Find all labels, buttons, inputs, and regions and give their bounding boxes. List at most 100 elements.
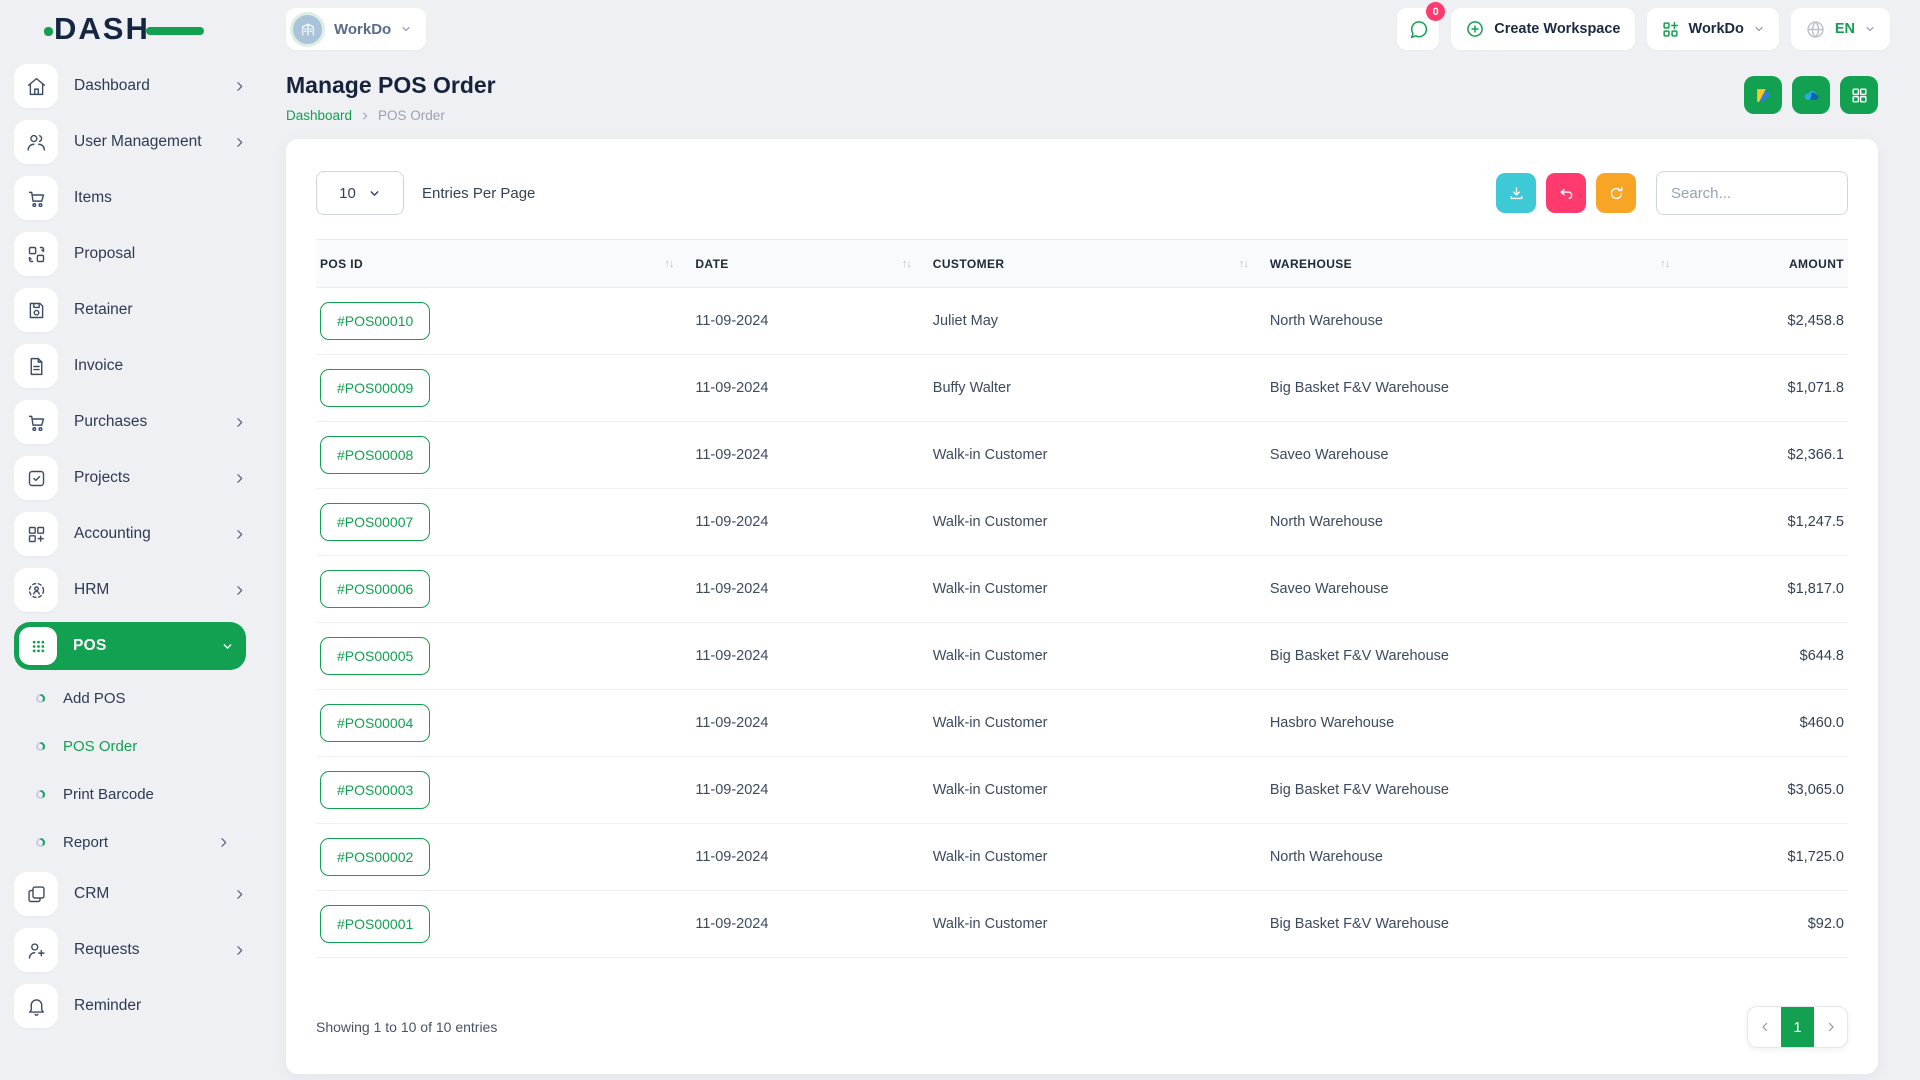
export-button[interactable]: [1496, 173, 1536, 213]
pos-id-badge[interactable]: #POS00010: [320, 302, 430, 340]
entries-per-page-select[interactable]: 10: [316, 171, 404, 215]
language-selector[interactable]: EN: [1791, 8, 1890, 50]
onedrive-button[interactable]: [1792, 76, 1830, 114]
chevron-right-icon: [233, 528, 246, 541]
next-page-button[interactable]: [1814, 1007, 1847, 1047]
column-header-warehouse[interactable]: WAREHOUSE↑↓: [1266, 240, 1687, 288]
users-icon: [14, 120, 58, 164]
bullet-icon: [36, 838, 45, 847]
pos-id-badge[interactable]: #POS00003: [320, 771, 430, 809]
bullet-icon: [36, 790, 45, 799]
header-actions: [1744, 76, 1878, 114]
download-icon: [1508, 185, 1525, 202]
search-input[interactable]: [1656, 171, 1848, 215]
sidebar-item-label: Reminder: [74, 997, 246, 1015]
google-drive-icon: [1754, 86, 1773, 105]
create-workspace-label: Create Workspace: [1494, 21, 1620, 37]
workdo-menu-button[interactable]: WorkDo: [1647, 8, 1779, 50]
grid-icon: [1850, 86, 1869, 105]
workspace-selector[interactable]: WorkDo: [286, 8, 426, 50]
table-row: #POS00005 11-09-2024 Walk-in Customer Bi…: [316, 623, 1848, 690]
column-header-customer[interactable]: CUSTOMER↑↓: [929, 240, 1266, 288]
hrm-focus-icon: [14, 568, 58, 612]
pos-id-badge[interactable]: #POS00009: [320, 369, 430, 407]
table-row: #POS00002 11-09-2024 Walk-in Customer No…: [316, 824, 1848, 891]
pos-id-badge[interactable]: #POS00006: [320, 570, 430, 608]
sidebar-item-projects[interactable]: Projects: [14, 450, 246, 506]
pos-id-badge[interactable]: #POS00008: [320, 436, 430, 474]
pos-order-table: POS ID↑↓ DATE↑↓ CUSTOMER↑↓ WAREHOUSE↑↓: [316, 239, 1848, 958]
sort-icon[interactable]: ↑↓: [1239, 258, 1248, 270]
pos-id-badge[interactable]: #POS00001: [320, 905, 430, 943]
chevron-right-icon: [233, 888, 246, 901]
column-header-pos-id[interactable]: POS ID↑↓: [316, 240, 691, 288]
column-header-amount[interactable]: AMOUNT: [1687, 240, 1848, 288]
sidebar-item-pos[interactable]: POS: [14, 622, 246, 670]
chevron-down-icon: [368, 187, 381, 200]
messages-button[interactable]: 0: [1397, 8, 1439, 50]
sidebar-item-label: Invoice: [74, 357, 246, 375]
sidebar-item-label: Projects: [74, 469, 217, 487]
language-code: EN: [1835, 21, 1855, 37]
amount-cell: $460.0: [1687, 690, 1848, 757]
card-footer: Showing 1 to 10 of 10 entries 1: [310, 988, 1854, 1050]
grid-view-button[interactable]: [1840, 76, 1878, 114]
column-header-date[interactable]: DATE↑↓: [691, 240, 928, 288]
onedrive-cloud-icon: [1802, 86, 1821, 105]
customer-cell: Walk-in Customer: [929, 824, 1266, 891]
sort-icon[interactable]: ↑↓: [902, 258, 911, 270]
home-icon: [14, 64, 58, 108]
sidebar-item-purchases[interactable]: Purchases: [14, 394, 246, 450]
sidebar-subitem-print-barcode[interactable]: Print Barcode: [14, 770, 246, 818]
pos-id-badge[interactable]: #POS00005: [320, 637, 430, 675]
google-drive-button[interactable]: [1744, 76, 1782, 114]
sidebar-item-label: Retainer: [74, 301, 246, 319]
sidebar-item-reminder[interactable]: Reminder: [14, 978, 246, 1034]
refresh-button[interactable]: [1596, 173, 1636, 213]
sidebar-item-items[interactable]: Items: [14, 170, 246, 226]
sidebar-item-user-management[interactable]: User Management: [14, 114, 246, 170]
card-toolbar: 10 Entries Per Page: [316, 171, 1848, 215]
date-cell: 11-09-2024: [691, 556, 928, 623]
warehouse-cell: North Warehouse: [1266, 489, 1687, 556]
amount-cell: $1,247.5: [1687, 489, 1848, 556]
chevron-right-icon: [233, 136, 246, 149]
sidebar-item-label: POS: [73, 637, 205, 655]
breadcrumb-dashboard-link[interactable]: Dashboard: [286, 108, 352, 123]
sidebar-item-invoice[interactable]: Invoice: [14, 338, 246, 394]
table-row: #POS00009 11-09-2024 Buffy Walter Big Ba…: [316, 355, 1848, 422]
page-number-button[interactable]: 1: [1781, 1007, 1814, 1047]
sidebar-item-retainer[interactable]: Retainer: [14, 282, 246, 338]
create-workspace-button[interactable]: Create Workspace: [1451, 8, 1634, 50]
sidebar-subitem-report[interactable]: Report: [14, 818, 246, 866]
back-button[interactable]: [1546, 173, 1586, 213]
pos-id-badge[interactable]: #POS00004: [320, 704, 430, 742]
customer-cell: Walk-in Customer: [929, 690, 1266, 757]
globe-icon: [1805, 19, 1826, 40]
pos-id-badge[interactable]: #POS00007: [320, 503, 430, 541]
sidebar-item-dashboard[interactable]: Dashboard: [14, 58, 246, 114]
sidebar-subitem-pos-order[interactable]: POS Order: [14, 722, 246, 770]
sidebar-item-proposal[interactable]: Proposal: [14, 226, 246, 282]
sidebar-item-hrm[interactable]: HRM: [14, 562, 246, 618]
sidebar-item-crm[interactable]: CRM: [14, 866, 246, 922]
sort-icon[interactable]: ↑↓: [1660, 258, 1669, 270]
date-cell: 11-09-2024: [691, 489, 928, 556]
sidebar-subitem-add-pos[interactable]: Add POS: [14, 674, 246, 722]
dots-grid-icon: [19, 627, 57, 665]
sidebar-item-accounting[interactable]: Accounting: [14, 506, 246, 562]
chevron-down-icon: [400, 23, 412, 35]
bullet-icon: [36, 694, 45, 703]
warehouse-cell: Hasbro Warehouse: [1266, 690, 1687, 757]
table-header-row: POS ID↑↓ DATE↑↓ CUSTOMER↑↓ WAREHOUSE↑↓: [316, 240, 1848, 288]
table-row: #POS00007 11-09-2024 Walk-in Customer No…: [316, 489, 1848, 556]
sidebar-item-requests[interactable]: Requests: [14, 922, 246, 978]
sidebar-item-label: User Management: [74, 133, 217, 151]
page-head-left: Manage POS Order Dashboard POS Order: [286, 72, 496, 123]
app-root: DASH Dashboard User Management Items: [0, 0, 1920, 1080]
pos-id-badge[interactable]: #POS00002: [320, 838, 430, 876]
chevron-down-icon: [1864, 23, 1876, 35]
sort-icon[interactable]: ↑↓: [664, 258, 673, 270]
page-content: Manage POS Order Dashboard POS Order: [260, 58, 1920, 1080]
previous-page-button[interactable]: [1748, 1007, 1781, 1047]
